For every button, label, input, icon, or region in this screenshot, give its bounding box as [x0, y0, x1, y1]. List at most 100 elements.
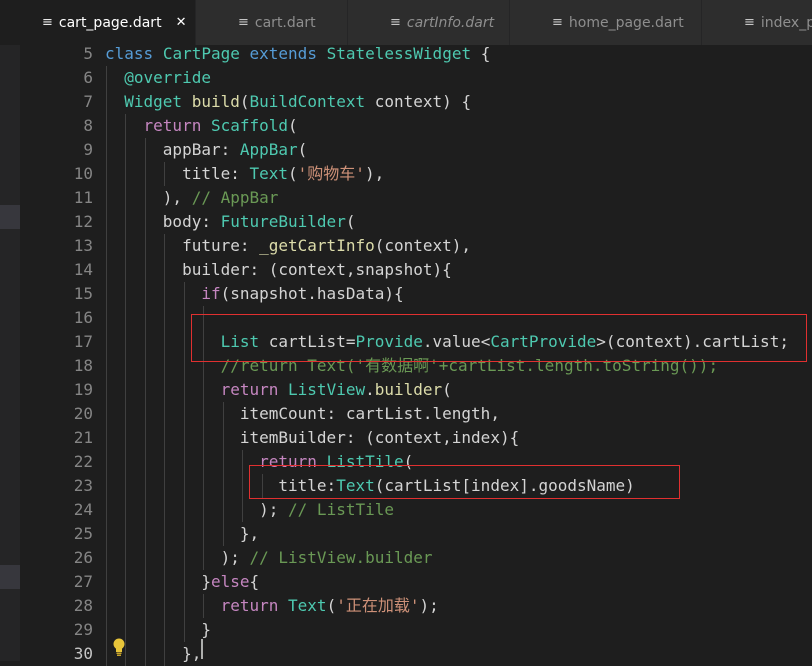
code-token: return [220, 380, 279, 399]
tab-label: cart_page.dart [58, 14, 162, 31]
line-number: 15 [73, 284, 93, 303]
code-token: // ListTile [288, 500, 394, 519]
code-line[interactable]: title: Text('购物车'), [105, 162, 384, 186]
code-token: ( [239, 92, 250, 111]
code-line[interactable]: return ListView.builder( [105, 378, 452, 402]
code-token: }, [182, 644, 202, 663]
strip-marker [0, 205, 20, 229]
code-line[interactable]: builder: (context,snapshot){ [105, 258, 452, 282]
code-line[interactable]: }, [105, 522, 259, 546]
line-number: 10 [73, 164, 93, 183]
file-icon: ≡ [552, 15, 563, 30]
file-icon: ≡ [42, 15, 53, 30]
code-line[interactable]: }else{ [105, 570, 259, 594]
code-token: future: [182, 236, 260, 255]
code-token: } [201, 572, 211, 591]
line-number: 24 [73, 500, 93, 519]
code-token: title: [182, 164, 250, 183]
tab-home-page-dart[interactable]: ≡ home_page.dart [510, 0, 702, 45]
code-token: FutureBuilder [220, 212, 346, 231]
code-token: context) { [365, 92, 472, 111]
line-number: 28 [73, 596, 93, 615]
code-token: '购物车' [297, 164, 365, 183]
tab-label: home_page.dart [568, 14, 684, 31]
code-line[interactable]: body: FutureBuilder( [105, 210, 356, 234]
code-token: ); [259, 500, 289, 519]
code-token: itemBuilder: (context,index){ [239, 428, 520, 447]
code-token: // AppBar [191, 188, 279, 207]
code-token: builder: (context,snapshot){ [182, 260, 452, 279]
code-token: class [105, 44, 154, 63]
tab-index-pag[interactable]: ≡ index_pag [702, 0, 812, 45]
highlight-box-line-23 [249, 465, 680, 499]
code-line[interactable]: class CartPage extends StatelessWidget { [105, 42, 490, 66]
code-token: ( [288, 164, 298, 183]
code-token: '正在加载' [336, 596, 420, 615]
code-token: ( [326, 596, 337, 615]
code-line[interactable]: ), // AppBar [105, 186, 279, 210]
line-number-gutter: 5 6 7 8 9 10 11 12 13 14 15 16 17 18 19 20 21 22 23 24 25 26 2… [20, 44, 105, 663]
code-token: Widget [124, 92, 183, 111]
line-number: 13 [73, 236, 93, 255]
code-token: Text [288, 596, 327, 615]
code-line[interactable]: future: _getCartInfo(context), [105, 234, 471, 258]
code-token: ( [297, 140, 308, 159]
code-token: AppBar [239, 140, 298, 159]
code-token: _getCartInfo [259, 236, 375, 255]
line-number: 26 [73, 548, 93, 567]
code-token: BuildContext [249, 92, 366, 111]
close-icon[interactable]: ✕ [176, 15, 187, 30]
code-token: StatelessWidget [326, 44, 472, 63]
lightbulb-icon[interactable] [111, 637, 127, 657]
code-line[interactable]: @override [105, 66, 211, 90]
line-number: 12 [73, 212, 93, 231]
line-number: 16 [73, 308, 93, 327]
code-token: ); [419, 596, 439, 615]
line-number: 17 [73, 332, 93, 351]
line-number: 7 [83, 92, 93, 111]
code-line[interactable]: ); // ListTile [105, 498, 394, 522]
file-icon: ≡ [238, 15, 249, 30]
indent-guide [145, 138, 146, 666]
code-token: Text [249, 164, 289, 183]
code-line[interactable]: itemBuilder: (context,index){ [105, 426, 519, 450]
code-line[interactable]: return Text('正在加载'); [105, 594, 439, 618]
indent-guide [223, 402, 224, 546]
code-line[interactable]: appBar: AppBar( [105, 138, 308, 162]
code-token: if [201, 284, 221, 303]
line-number: 29 [73, 620, 93, 639]
indent-guide [125, 114, 126, 666]
code-token: (snapshot.hasData){ [220, 284, 404, 303]
line-number: 6 [83, 68, 93, 87]
code-token: ), [364, 164, 385, 183]
code-token: . [365, 380, 375, 399]
line-number: 22 [73, 452, 93, 471]
tab-cart-page-dart[interactable]: ≡ cart_page.dart ✕ [0, 0, 196, 45]
code-line[interactable]: Widget build(BuildContext context) { [105, 90, 471, 114]
tab-label: cart.dart [254, 14, 316, 31]
line-number: 30 [73, 644, 93, 663]
code-token: ( [442, 380, 452, 399]
code-line[interactable]: ); // ListView.builder [105, 546, 433, 570]
code-token: itemCount: cartList.length, [239, 404, 500, 423]
tab-cart-dart[interactable]: ≡ cart.dart [196, 0, 348, 45]
code-token: ( [345, 212, 356, 231]
code-line[interactable]: return Scaffold( [105, 114, 298, 138]
code-token: ( [288, 116, 298, 135]
line-number: 9 [83, 140, 93, 159]
code-token: return [143, 116, 202, 135]
line-number: 25 [73, 524, 93, 543]
code-line[interactable]: if(snapshot.hasData){ [105, 282, 404, 306]
indent-guide [164, 234, 165, 666]
strip-marker [0, 565, 20, 589]
code-token: extends [249, 44, 317, 63]
tab-cartinfo-dart[interactable]: ≡ cartInfo.dart [348, 0, 510, 45]
highlight-box-line-17 [191, 314, 807, 362]
code-token: // ListView.builder [249, 548, 433, 567]
